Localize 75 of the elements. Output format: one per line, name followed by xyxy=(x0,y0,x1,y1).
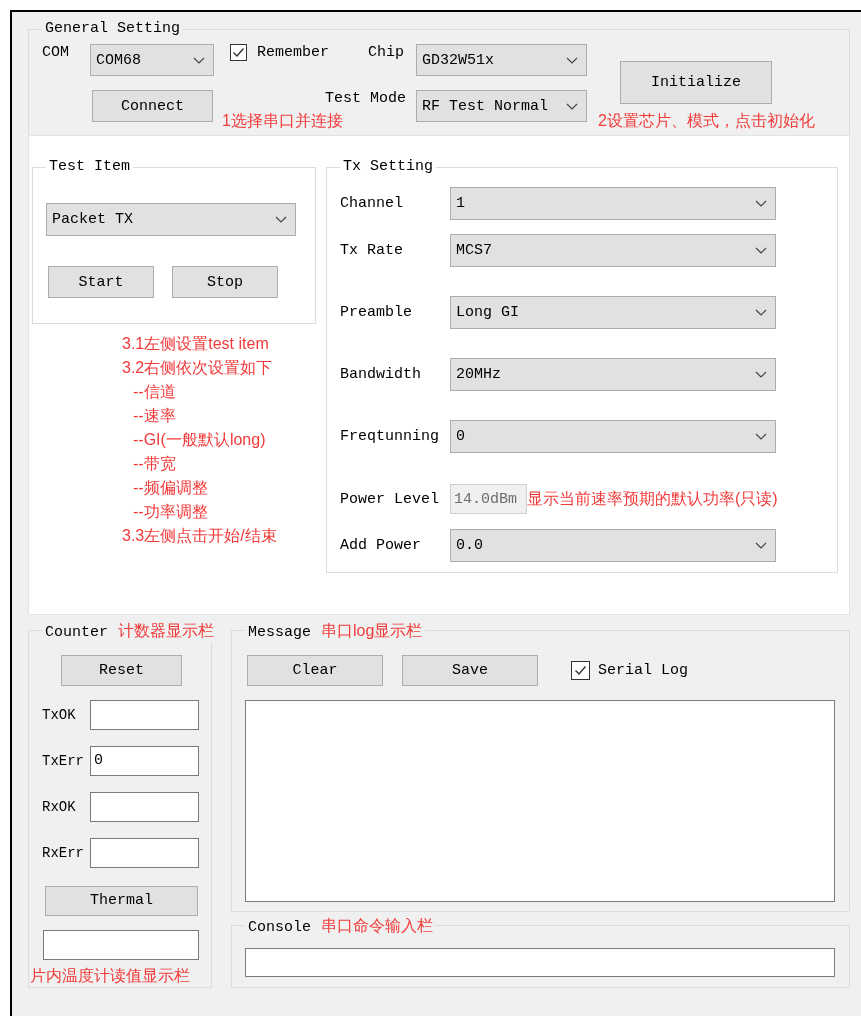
group-title: Counter xyxy=(45,624,108,642)
field-label: RxOK xyxy=(42,798,77,815)
chevron-icon xyxy=(755,247,767,254)
initialize-button[interactable]: Initialize xyxy=(620,61,772,104)
thermal-button[interactable]: Thermal xyxy=(45,885,198,917)
chevron-icon xyxy=(755,309,767,316)
dropdown[interactable]: 1 xyxy=(450,187,776,220)
connect-button[interactable]: Connect xyxy=(92,90,213,122)
annotation: --GI(一般默认long) xyxy=(132,430,267,450)
chevron-icon xyxy=(566,56,578,64)
field-label: Chip xyxy=(368,44,405,61)
group-title: Test Item xyxy=(49,158,130,176)
console-input[interactable] xyxy=(245,948,835,977)
action-button[interactable]: Start xyxy=(48,266,154,298)
annotation: 显示当前速率预期的默认功率(只读) xyxy=(527,489,778,509)
field-label: Preamble xyxy=(340,304,413,321)
dropdown[interactable]: Long GI xyxy=(450,296,776,329)
group-title: Tx Setting xyxy=(343,158,433,176)
annotation: 3.3左侧点击开始/结束 xyxy=(122,526,278,546)
annotation: --功率调整 xyxy=(132,502,209,522)
text-field[interactable] xyxy=(43,930,199,960)
annotation: --带宽 xyxy=(132,454,177,474)
chevron-icon xyxy=(193,56,205,64)
action-button[interactable]: Save xyxy=(402,655,538,686)
reset-button[interactable]: Reset xyxy=(61,655,182,686)
field-label: Test Mode xyxy=(325,90,406,107)
field-label: TxOK xyxy=(42,706,77,723)
annotation: 计数器显示栏 xyxy=(118,621,214,641)
group-title: Message xyxy=(248,624,311,642)
chevron-icon xyxy=(755,200,767,207)
dropdown[interactable]: Packet TX xyxy=(46,203,296,236)
checkbox[interactable] xyxy=(571,661,590,680)
checkbox[interactable] xyxy=(230,44,247,61)
annotation: 串口命令输入栏 xyxy=(321,916,433,936)
dropdown[interactable]: MCS7 xyxy=(450,234,776,267)
field-label: Bandwidth xyxy=(340,366,422,383)
chevron-icon xyxy=(755,542,767,549)
annotation: 3.1左侧设置test item xyxy=(122,334,270,354)
field-label: Freqtunning xyxy=(340,428,441,445)
readonly-field[interactable]: 14.0dBm xyxy=(450,484,527,514)
field-label: Tx Rate xyxy=(340,242,404,259)
checkbox-label: Serial Log xyxy=(598,662,688,679)
dropdown[interactable]: 20MHz xyxy=(450,358,776,391)
dropdown[interactable]: GD32W51x xyxy=(416,44,587,76)
field-label: Power Level xyxy=(340,490,441,508)
group-title: Console xyxy=(248,919,311,937)
field-label: RxErr xyxy=(42,844,85,861)
chevron-icon xyxy=(755,433,767,440)
text-field[interactable] xyxy=(90,699,199,730)
text-field[interactable]: 0 xyxy=(90,745,199,776)
annotation: 3.2右侧依次设置如下 xyxy=(122,358,274,378)
annotation: 串口log显示栏 xyxy=(321,621,423,641)
action-button[interactable]: Clear xyxy=(247,655,383,686)
field-label: TxErr xyxy=(42,752,85,769)
checkbox-label: Remember xyxy=(257,44,329,61)
text-field[interactable] xyxy=(90,791,199,822)
annotation: --信道 xyxy=(132,382,177,402)
field-label: Add Power xyxy=(340,537,422,554)
annotation: 1选择串口并连接 xyxy=(222,111,343,131)
text-field[interactable] xyxy=(90,837,199,868)
dropdown[interactable]: 0.0 xyxy=(450,529,776,562)
annotation: --频偏调整 xyxy=(132,478,209,498)
chevron-icon xyxy=(275,216,287,223)
dropdown[interactable]: COM68 xyxy=(90,44,214,76)
action-button[interactable]: Stop xyxy=(172,266,278,298)
chevron-icon xyxy=(755,371,767,378)
field-label: COM xyxy=(42,44,70,63)
annotation: 2设置芯片、模式，点击初始化 xyxy=(598,111,815,131)
field-label: Channel xyxy=(340,195,404,212)
group-title: General Setting xyxy=(45,20,181,38)
chevron-icon xyxy=(566,102,578,110)
dropdown[interactable]: 0 xyxy=(450,420,776,453)
dropdown[interactable]: RF Test Normal xyxy=(416,90,587,122)
annotation: --速率 xyxy=(132,406,177,426)
annotation: 片内温度计读值显示栏 xyxy=(30,966,190,986)
